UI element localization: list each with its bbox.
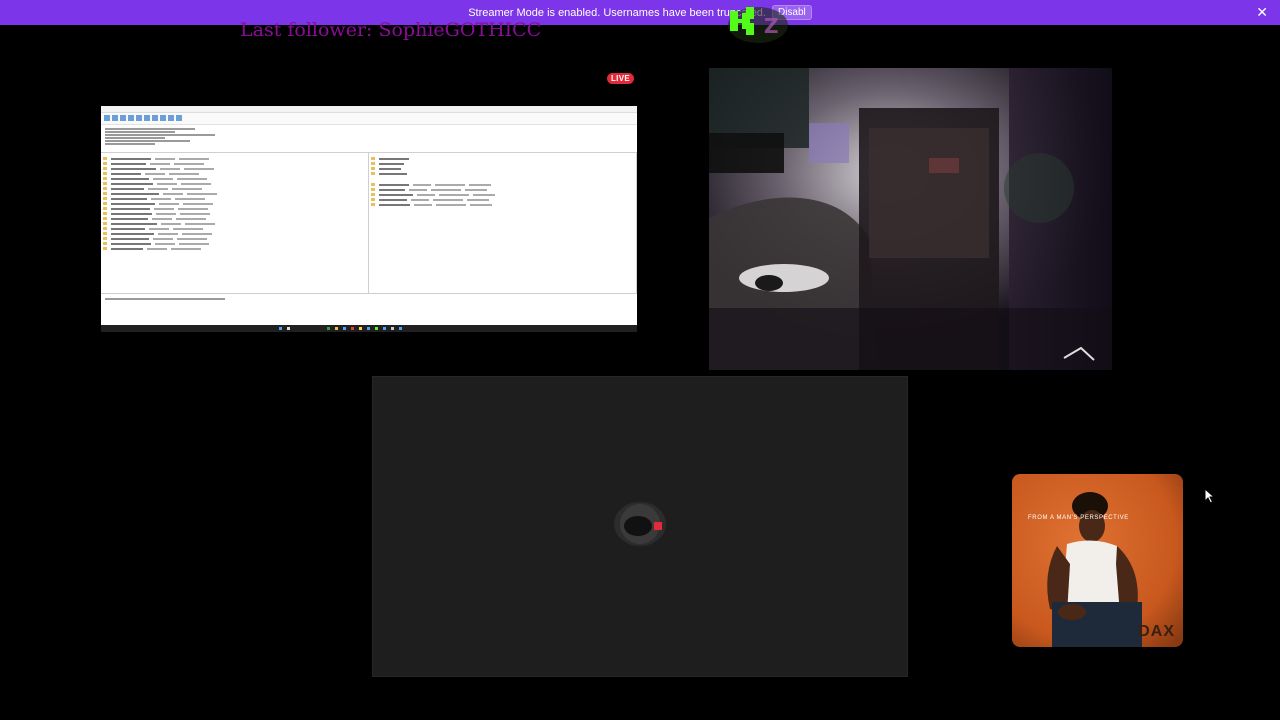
webcam-scene <box>709 68 1112 370</box>
desktop-message-log <box>101 125 637 153</box>
desktop-capture <box>101 106 637 332</box>
album-art-image <box>1012 474 1183 647</box>
now-playing-album-art: FROM A MAN'S PERSPECTIVE DAX <box>1012 474 1183 647</box>
last-follower-label: Last follower: SophieGOTHICC <box>240 19 542 41</box>
album-artist: DAX <box>1138 623 1175 640</box>
close-icon[interactable]: ✕ <box>1256 4 1268 21</box>
album-tagline: FROM A MAN'S PERSPECTIVE <box>1028 515 1129 521</box>
live-badge: LIVE <box>607 73 634 84</box>
transfer-queue <box>101 293 637 322</box>
desktop-file-panes <box>101 153 637 293</box>
avatar <box>614 502 666 546</box>
mouse-cursor-icon <box>1204 488 1216 504</box>
webcam-feed <box>709 68 1112 370</box>
windows-taskbar <box>101 325 637 332</box>
streamer-mode-message: Streamer Mode is enabled. Usernames have… <box>468 6 766 19</box>
local-file-pane <box>101 153 369 293</box>
kick-logo: Z <box>728 7 788 43</box>
remote-file-pane <box>369 153 637 293</box>
chat-panel <box>372 376 908 677</box>
desktop-titlebar <box>101 106 637 113</box>
kick-logo-letter: Z <box>764 14 779 38</box>
streamer-mode-banner: Streamer Mode is enabled. Usernames have… <box>0 0 1280 25</box>
desktop-toolbar <box>101 113 637 125</box>
